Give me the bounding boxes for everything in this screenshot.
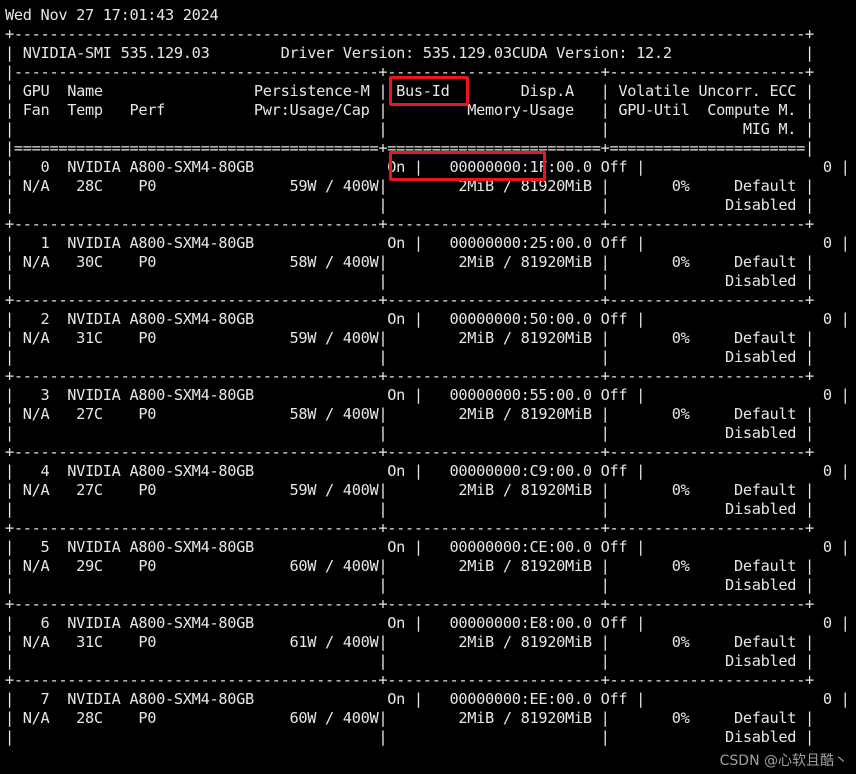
column-header-row-2: | Fan Temp Perf Pwr:Usage/Cap | Memory-U…	[5, 101, 814, 119]
table-border: +---------------------------------------…	[5, 595, 814, 613]
table-border: +---------------------------------------…	[5, 367, 814, 385]
table-border: +---------------------------------------…	[5, 519, 814, 537]
table-border: |=======================================…	[5, 139, 814, 157]
gpu-row-1-line-2: | N/A 30C P0 58W / 400W| 2MiB / 81920MiB…	[5, 253, 814, 271]
gpu-row-3-line-2: | N/A 27C P0 58W / 400W| 2MiB / 81920MiB…	[5, 405, 814, 423]
gpu-row-4-line-3: | | | Disabled |	[5, 500, 814, 518]
table-border: +---------------------------------------…	[5, 443, 814, 461]
gpu-row-7-line-3: | | | Disabled |	[5, 728, 814, 746]
gpu-row-3-line-1: | 3 NVIDIA A800-SXM4-80GB On | 00000000:…	[5, 386, 850, 404]
timestamp: Wed Nov 27 17:01:43 2024	[5, 6, 219, 24]
gpu-row-4-line-2: | N/A 27C P0 59W / 400W| 2MiB / 81920MiB…	[5, 481, 814, 499]
gpu-row-2-line-3: | | | Disabled |	[5, 348, 814, 366]
gpu-row-0-line-3: | | | Disabled |	[5, 196, 814, 214]
gpu-row-0-line-1: | 0 NVIDIA A800-SXM4-80GB On | 00000000:…	[5, 158, 850, 176]
gpu-row-1-line-1: | 1 NVIDIA A800-SXM4-80GB On | 00000000:…	[5, 234, 850, 252]
gpu-row-2-line-2: | N/A 31C P0 59W / 400W| 2MiB / 81920MiB…	[5, 329, 814, 347]
gpu-row-4-line-1: | 4 NVIDIA A800-SXM4-80GB On | 00000000:…	[5, 462, 850, 480]
gpu-row-2-line-1: | 2 NVIDIA A800-SXM4-80GB On | 00000000:…	[5, 310, 850, 328]
watermark: CSDN @心软且酷丶	[719, 753, 848, 769]
table-border: +---------------------------------------…	[5, 291, 814, 309]
table-border: +---------------------------------------…	[5, 671, 814, 689]
gpu-row-0-line-2: | N/A 28C P0 59W / 400W| 2MiB / 81920MiB…	[5, 177, 814, 195]
gpu-row-5-line-2: | N/A 29C P0 60W / 400W| 2MiB / 81920MiB…	[5, 557, 814, 575]
gpu-row-5-line-1: | 5 NVIDIA A800-SXM4-80GB On | 00000000:…	[5, 538, 850, 556]
terminal-window: Wed Nov 27 17:01:43 2024 +---------------…	[0, 0, 856, 774]
column-header-row-3: | | | MIG M. |	[5, 120, 814, 138]
table-border: |---------------------------------------…	[5, 63, 814, 81]
smi-header-line: | NVIDIA-SMI 535.129.03 Driver Version: …	[5, 44, 814, 62]
table-border: +---------------------------------------…	[5, 25, 814, 43]
gpu-row-6-line-1: | 6 NVIDIA A800-SXM4-80GB On | 00000000:…	[5, 614, 850, 632]
table-border: +---------------------------------------…	[5, 215, 814, 233]
gpu-row-3-line-3: | | | Disabled |	[5, 424, 814, 442]
gpu-row-5-line-3: | | | Disabled |	[5, 576, 814, 594]
gpu-row-6-line-2: | N/A 31C P0 61W / 400W| 2MiB / 81920MiB…	[5, 633, 814, 651]
column-header-row-1: | GPU Name Persistence-M | Bus-Id Disp.A…	[5, 82, 814, 100]
gpu-row-6-line-3: | | | Disabled |	[5, 652, 814, 670]
gpu-row-1-line-3: | | | Disabled |	[5, 272, 814, 290]
gpu-row-7-line-1: | 7 NVIDIA A800-SXM4-80GB On | 00000000:…	[5, 690, 850, 708]
gpu-row-7-line-2: | N/A 28C P0 60W / 400W| 2MiB / 81920MiB…	[5, 709, 814, 727]
